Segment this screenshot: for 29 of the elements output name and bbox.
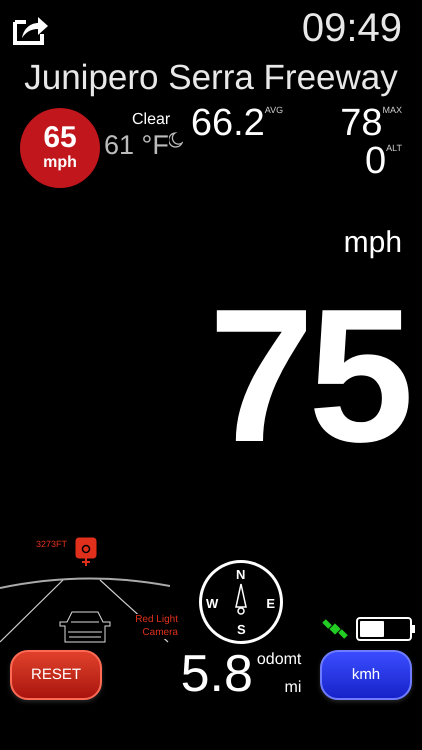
camera-distance: 3273FT [36,538,68,551]
average-label: AVG [264,104,284,117]
odometer-label: odomt [256,650,302,670]
altitude-label: ALT [386,142,402,155]
max-label: MAX [382,104,402,117]
average-speed: 66.2 [190,104,265,142]
compass-east: E [266,595,275,613]
compass-west: W [206,595,218,613]
road-name: Junipero Serra Freeway [23,57,399,99]
max-speed: 78 [340,104,382,142]
speed-limit-value: 65 [43,122,77,153]
car-icon [57,610,113,644]
camera-icon [73,536,99,568]
current-speed: 75 [208,280,410,471]
speed-limit-unit: mph [43,152,77,173]
odometer-value: 5.8 [180,648,253,700]
odometer-unit: mi [284,678,302,698]
clock-time: 09:49 [302,8,402,48]
reset-button[interactable]: RESET [10,650,102,700]
compass-north: N [236,566,246,584]
speed-unit: mph [344,224,402,261]
compass-needle-icon [234,583,248,617]
units-button[interactable]: kmh [320,650,412,700]
compass-south: S [236,620,246,638]
battery-icon [356,617,412,641]
weather-condition: Clear [132,110,170,130]
moon-icon [168,132,183,148]
altitude: 0 [365,142,386,180]
temperature: 61 °F [104,132,169,159]
